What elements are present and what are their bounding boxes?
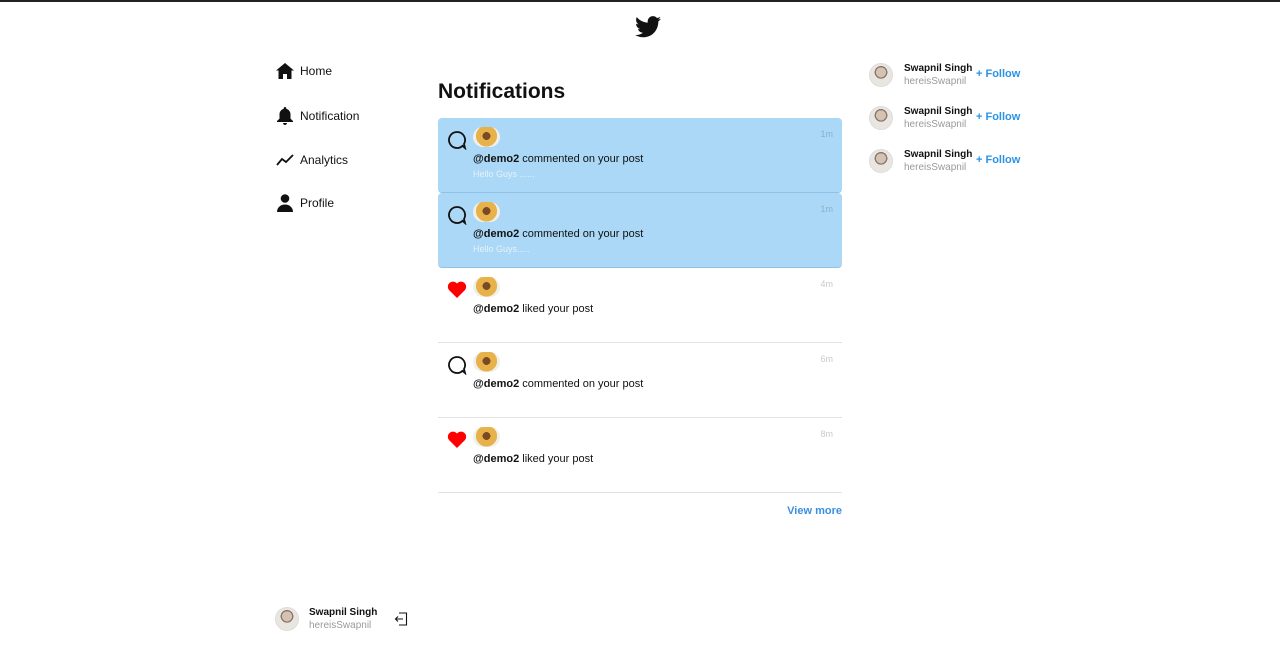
sidebar-item-label: Analytics	[300, 153, 349, 167]
suggestion-handle: hereisSwapnil	[904, 119, 967, 130]
follow-button[interactable]: + Follow	[976, 154, 1020, 166]
avatar[interactable]	[473, 202, 500, 222]
suggestion-name[interactable]: Swapnil Singh	[904, 148, 972, 161]
notification-text: @demo2 commented on your post	[473, 228, 643, 240]
notification-action: liked your post	[519, 453, 594, 465]
follow-button[interactable]: + Follow	[976, 111, 1020, 123]
sidebar-item-label: Home	[300, 64, 333, 78]
logout-icon[interactable]	[394, 612, 408, 626]
heart-icon	[447, 281, 467, 298]
notification-user[interactable]: @demo2	[473, 378, 519, 390]
sidebar-item-profile[interactable]: Profile	[276, 192, 359, 214]
user-handle: hereisSwapnil	[309, 620, 372, 631]
notifications-panel: Notifications 1m @demo2 commented on you…	[438, 78, 842, 517]
current-user: Swapnil Singh hereisSwapnil	[275, 606, 408, 632]
notification-user[interactable]: @demo2	[473, 303, 519, 315]
top-border	[0, 0, 1280, 2]
notification-text: @demo2 commented on your post	[473, 153, 643, 165]
avatar[interactable]	[473, 277, 500, 297]
notification-item[interactable]: 8m @demo2 liked your post	[438, 418, 842, 493]
notification-time: 1m	[820, 129, 833, 139]
sidebar-item-label: Profile	[300, 196, 335, 210]
notification-action: liked your post	[519, 303, 594, 315]
notification-item[interactable]: 6m @demo2 commented on your post	[438, 343, 842, 418]
user-name: Swapnil Singh	[309, 607, 378, 618]
sidebar-nav: Home Notification Analytics Profile	[276, 60, 359, 236]
suggestion-name[interactable]: Swapnil Singh	[904, 62, 972, 75]
page-title: Notifications	[438, 80, 566, 103]
notification-text: @demo2 liked your post	[473, 453, 593, 465]
twitter-bird-icon[interactable]	[635, 16, 661, 38]
trend-line-icon	[276, 151, 294, 169]
notification-user[interactable]: @demo2	[473, 228, 519, 240]
sidebar-item-label: Notification	[300, 109, 360, 123]
notification-text: @demo2 liked your post	[473, 303, 593, 315]
comment-preview: Hello Guys ......	[473, 169, 535, 179]
view-more-link[interactable]: View more	[787, 505, 842, 517]
avatar[interactable]	[869, 149, 893, 173]
suggestion-handle: hereisSwapnil	[904, 162, 967, 173]
comment-icon	[448, 356, 467, 375]
notification-item[interactable]: 1m @demo2 commented on your post Hello G…	[438, 193, 842, 268]
comment-icon	[448, 131, 467, 150]
heart-icon	[447, 431, 467, 448]
sidebar-item-analytics[interactable]: Analytics	[276, 149, 359, 171]
notification-action: commented on your post	[519, 153, 644, 165]
suggestion-item: Swapnil Singh hereisSwapnil + Follow	[869, 105, 1020, 131]
notification-time: 8m	[820, 429, 833, 439]
avatar[interactable]	[473, 427, 500, 447]
suggestion-item: Swapnil Singh hereisSwapnil + Follow	[869, 148, 1020, 174]
suggestion-item: Swapnil Singh hereisSwapnil + Follow	[869, 62, 1020, 88]
avatar[interactable]	[869, 106, 893, 130]
comment-preview: Hello Guys.....	[473, 244, 530, 254]
follow-button[interactable]: + Follow	[976, 68, 1020, 80]
avatar[interactable]	[473, 352, 500, 372]
suggestion-name[interactable]: Swapnil Singh	[904, 105, 972, 118]
notification-time: 4m	[820, 279, 833, 289]
notification-item[interactable]: 4m @demo2 liked your post	[438, 268, 842, 343]
home-icon	[276, 62, 294, 80]
notification-text: @demo2 commented on your post	[473, 378, 643, 390]
avatar[interactable]	[473, 127, 500, 147]
notification-user[interactable]: @demo2	[473, 153, 519, 165]
who-to-follow: Swapnil Singh hereisSwapnil + Follow Swa…	[869, 62, 1020, 191]
comment-icon	[448, 206, 467, 225]
bell-icon	[276, 107, 294, 125]
notification-time: 6m	[820, 354, 833, 364]
suggestion-handle: hereisSwapnil	[904, 76, 967, 87]
sidebar-item-home[interactable]: Home	[276, 60, 359, 82]
avatar[interactable]	[275, 607, 299, 631]
avatar[interactable]	[869, 63, 893, 87]
user-icon	[276, 194, 294, 212]
notification-action: commented on your post	[519, 378, 644, 390]
notification-item[interactable]: 1m @demo2 commented on your post Hello G…	[438, 118, 842, 193]
notification-time: 1m	[820, 204, 833, 214]
notification-user[interactable]: @demo2	[473, 453, 519, 465]
notification-action: commented on your post	[519, 228, 644, 240]
sidebar-item-notification[interactable]: Notification	[276, 105, 359, 127]
